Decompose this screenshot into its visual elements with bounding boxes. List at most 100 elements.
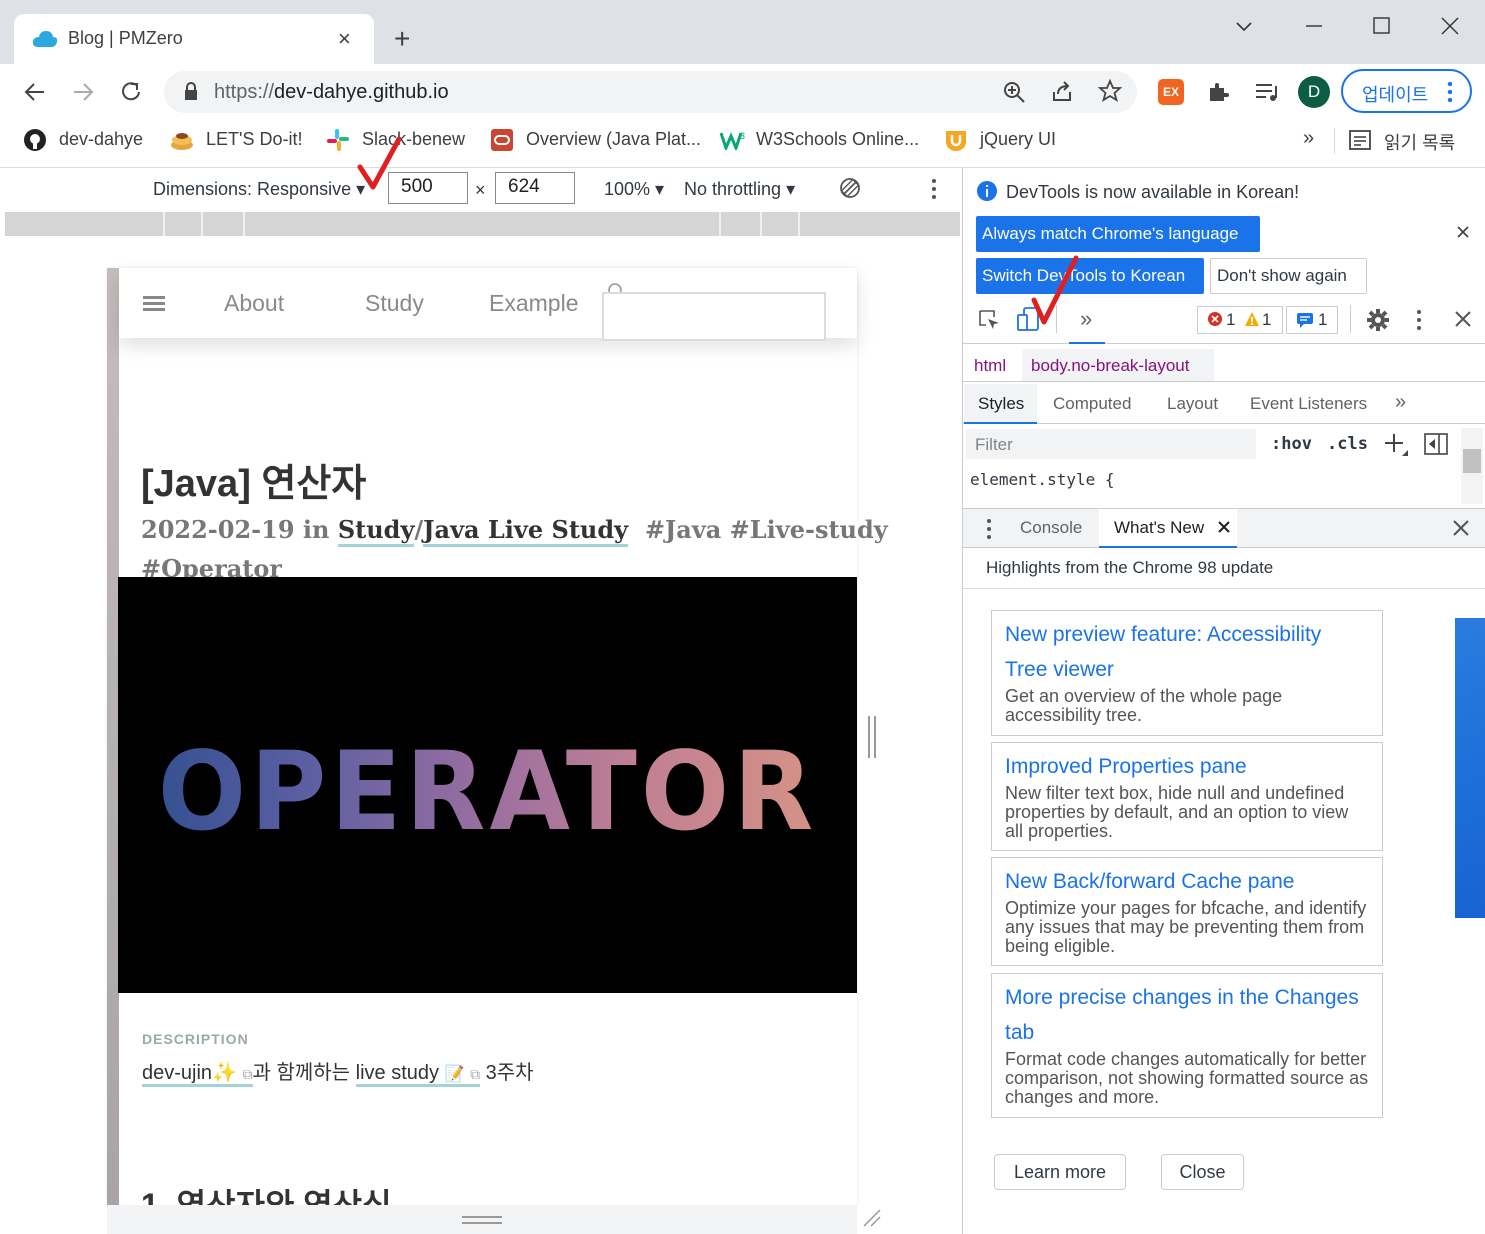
reading-list-button[interactable]: 읽기 목록 <box>1384 129 1455 155</box>
devtools-close-icon[interactable] <box>1454 310 1472 328</box>
feature-card[interactable]: New preview feature: Accessibility Tree … <box>991 610 1383 736</box>
minimize-button[interactable] <box>1302 14 1326 38</box>
inspect-element-icon[interactable] <box>977 308 1001 332</box>
tab-close-button[interactable]: × <box>338 28 351 50</box>
throttling-dropdown[interactable]: No throttling ▾ <box>684 179 795 200</box>
live-study-link[interactable]: live study 📝 ⧉ <box>355 1062 481 1087</box>
site-search-input[interactable] <box>602 292 826 341</box>
infobar-close-icon[interactable] <box>1455 224 1471 240</box>
rotate-icon[interactable] <box>838 176 862 200</box>
cls-toggle[interactable]: .cls <box>1327 434 1368 454</box>
ruler-divider <box>201 212 203 236</box>
dont-show-again-button[interactable]: Don't show again <box>1210 258 1367 294</box>
tab-styles[interactable]: Styles <box>978 394 1024 414</box>
more-menu-icon[interactable] <box>1446 80 1454 104</box>
close-window-button[interactable] <box>1438 14 1462 38</box>
viewport-bottom-resize-handle[interactable] <box>462 1216 502 1224</box>
feature-card[interactable]: Improved Properties pane New filter text… <box>991 742 1383 851</box>
tab-event-listeners[interactable]: Event Listeners <box>1250 394 1367 414</box>
category-slash: / <box>414 515 424 544</box>
profile-avatar[interactable]: D <box>1298 76 1330 108</box>
post-tags[interactable]: #Java #Live-study <box>645 515 888 544</box>
viewport-resize-handle[interactable] <box>868 716 876 758</box>
bookmark-dev-dahye[interactable]: dev-dahye <box>59 129 143 150</box>
maximize-button[interactable] <box>1370 14 1394 38</box>
reload-button[interactable] <box>118 79 144 105</box>
device-more-icon[interactable] <box>930 178 938 200</box>
category-java-live-study-link[interactable]: Java Live Study <box>423 515 629 547</box>
nav-about[interactable]: About <box>224 290 284 317</box>
zoom-icon[interactable] <box>1002 80 1026 104</box>
nav-study[interactable]: Study <box>365 290 424 317</box>
tab-layout[interactable]: Layout <box>1167 394 1218 414</box>
feature-card[interactable]: More precise changes in the Changes tab … <box>991 973 1383 1118</box>
breadcrumb-body[interactable]: body.no-break-layout <box>1031 356 1189 376</box>
card-body: Format code changes automatically for be… <box>1005 1049 1369 1107</box>
tab-console[interactable]: Console <box>1020 518 1082 538</box>
hov-toggle[interactable]: :hov <box>1271 434 1312 454</box>
bookmarks-divider <box>1334 128 1335 154</box>
post-date: 2022-02-19 <box>141 515 295 544</box>
warning-icon <box>1244 311 1260 327</box>
update-label: 업데이트 <box>1362 85 1429 105</box>
devtools-more-icon[interactable] <box>1415 309 1423 331</box>
message-icon <box>1296 312 1314 328</box>
post-tag-operator[interactable]: #Operator <box>141 554 282 577</box>
bookmark-lets-do-it[interactable]: LET'S Do-it! <box>206 129 302 150</box>
error-icon <box>1207 311 1223 327</box>
whats-new-close-icon[interactable] <box>1218 521 1230 533</box>
forward-button[interactable] <box>70 80 96 104</box>
bookmark-star-icon[interactable] <box>1098 79 1122 103</box>
toggle-sidebar-icon[interactable] <box>1424 433 1448 455</box>
bookmarks-overflow-button[interactable]: » <box>1303 127 1314 150</box>
card-title[interactable]: New preview feature: Accessibility Tree … <box>1005 617 1369 687</box>
promo-banner-image <box>1455 618 1485 918</box>
dimensions-dropdown[interactable]: Dimensions: Responsive ▾ <box>153 179 365 200</box>
always-match-language-button[interactable]: Always match Chrome's language <box>976 216 1260 252</box>
category-study-link[interactable]: Study <box>337 515 415 547</box>
drawer-close-icon[interactable] <box>1452 519 1470 537</box>
corner-resize-icon[interactable] <box>862 1208 882 1228</box>
lock-icon <box>183 82 199 102</box>
ruler-divider <box>798 212 800 236</box>
reading-list-icon <box>1349 129 1371 151</box>
ex-extension-icon[interactable]: EX <box>1158 79 1184 105</box>
card-title[interactable]: Improved Properties pane <box>1005 749 1369 784</box>
svg-text:3: 3 <box>740 131 745 141</box>
breadcrumb-html[interactable]: html <box>974 356 1006 376</box>
warning-count: 1 <box>1262 310 1272 329</box>
switch-to-korean-button[interactable]: Switch DevTools to Korean <box>976 258 1204 294</box>
learn-more-button[interactable]: Learn more <box>994 1154 1126 1190</box>
media-control-icon[interactable] <box>1254 80 1280 104</box>
hamburger-menu-icon[interactable] <box>143 296 165 312</box>
close-button[interactable]: Close <box>1161 1154 1244 1190</box>
zoom-dropdown[interactable]: 100% ▾ <box>604 179 664 200</box>
media-query-ruler <box>5 212 960 236</box>
bookmark-java-overview[interactable]: Overview (Java Plat... <box>526 129 701 150</box>
settings-gear-icon[interactable] <box>1366 308 1390 332</box>
ruler-divider <box>719 212 721 236</box>
card-body: New filter text box, hide null and undef… <box>1005 783 1349 841</box>
new-style-rule-icon[interactable] <box>1384 432 1408 458</box>
card-title[interactable]: New Back/forward Cache pane <box>1005 864 1369 899</box>
message-count: 1 <box>1318 310 1328 329</box>
drawer-menu-icon[interactable] <box>985 518 993 540</box>
bookmark-jquery-ui[interactable]: jQuery UI <box>980 129 1056 150</box>
bookmark-w3schools[interactable]: W3Schools Online... <box>756 129 919 150</box>
styles-more-tabs[interactable]: » <box>1395 391 1406 414</box>
nav-example[interactable]: Example <box>489 290 578 317</box>
card-title[interactable]: More precise changes in the Changes tab <box>1005 980 1369 1050</box>
section-heading: 1. 연산자와 연산식 <box>141 1187 392 1205</box>
tab-computed[interactable]: Computed <box>1053 394 1131 414</box>
tab-search-icon[interactable] <box>1232 14 1256 38</box>
w3schools-icon: 3 <box>720 130 746 150</box>
height-input[interactable]: 624 <box>495 172 575 204</box>
description-label: DESCRIPTION <box>142 1031 249 1047</box>
styles-scrollbar-thumb[interactable] <box>1463 449 1481 473</box>
new-tab-button[interactable]: + <box>394 25 410 53</box>
feature-card[interactable]: New Back/forward Cache pane Optimize you… <box>991 857 1383 966</box>
back-button[interactable] <box>22 80 48 104</box>
share-icon[interactable] <box>1050 80 1074 104</box>
extensions-puzzle-icon[interactable] <box>1206 80 1230 104</box>
dev-ujin-link[interactable]: dev-ujin✨ ⧉ <box>142 1062 253 1087</box>
